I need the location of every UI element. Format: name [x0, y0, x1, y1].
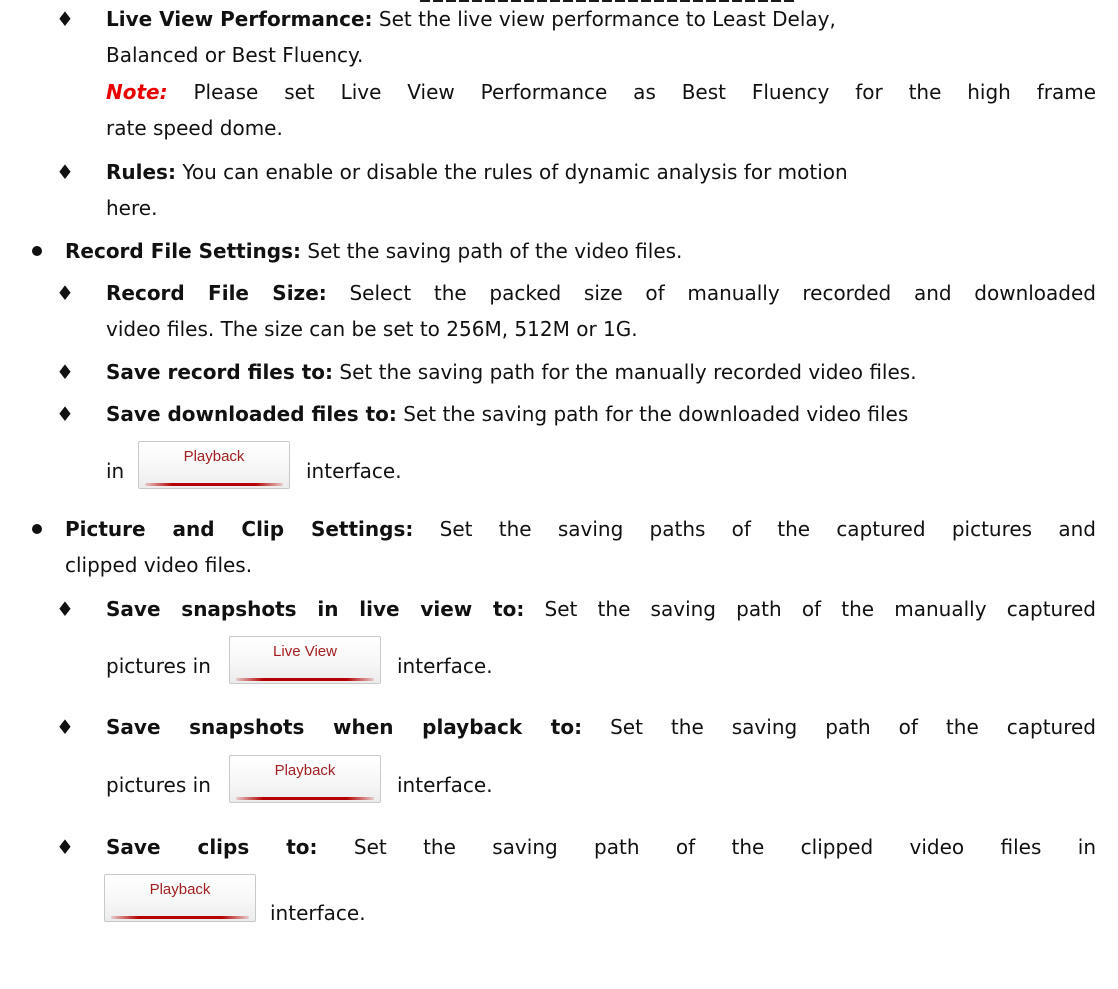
item-label: Record File Size: [106, 281, 327, 305]
item-label: Save clips to: [106, 835, 318, 859]
item-label: Record File Settings: [65, 239, 302, 263]
item-label: Save snapshots in live view to: [106, 597, 525, 621]
live-view-performance-item: Live View Performance: Set the live view… [106, 4, 836, 34]
playback-button[interactable]: Playback [138, 441, 290, 489]
diamond-bullet-icon: ♦ [56, 281, 74, 305]
item-text: Set the saving path of the captured [582, 715, 1096, 739]
note-label: Note: [106, 80, 168, 104]
item-text: Set the saving path of the video files. [301, 239, 683, 263]
record-file-settings-item: Record File Settings: Set the saving pat… [65, 236, 682, 266]
item-label: Picture and Clip Settings: [65, 517, 414, 541]
item-label: Live View Performance: [106, 7, 373, 31]
picture-clip-settings-text-2: clipped video files. [65, 553, 253, 577]
live-view-button[interactable]: Live View [229, 636, 381, 684]
diamond-bullet-icon: ♦ [56, 360, 74, 384]
round-bullet-icon [32, 524, 42, 534]
note-text: Please set Live View Performance as Best… [167, 80, 1096, 104]
inline-text-interface: interface. [397, 654, 493, 678]
inline-text-interface: interface. [270, 901, 366, 925]
rules-item: Rules: You can enable or disable the rul… [106, 157, 848, 187]
inline-text-pictures-in: pictures in [106, 773, 211, 797]
item-text: Set the saving paths of the captured pic… [413, 517, 1096, 541]
save-clips-item: Save clips to: Set the saving path of th… [106, 832, 1096, 862]
playback-button[interactable]: Playback [104, 874, 256, 922]
picture-clip-settings-item: Picture and Clip Settings: Set the savin… [65, 514, 1096, 544]
inline-text-interface: interface. [397, 773, 493, 797]
diamond-bullet-icon: ♦ [56, 835, 74, 859]
item-label: Save downloaded files to: [106, 402, 397, 426]
playback-button[interactable]: Playback [229, 755, 381, 803]
item-text: Set the saving path of the clipped video… [317, 835, 1096, 859]
live-view-performance-text-2: Balanced or Best Fluency. [106, 43, 364, 67]
item-text: Set the live view performance to Least D… [372, 7, 836, 31]
item-text: Set the saving path for the manually rec… [333, 360, 917, 384]
cropped-heading-fragment [420, 0, 820, 2]
item-text: Select the packed size of manually recor… [326, 281, 1096, 305]
save-record-files-item: Save record files to: Set the saving pat… [106, 357, 917, 387]
item-label: Save record files to: [106, 360, 334, 384]
item-label: Save snapshots when playback to: [106, 715, 583, 739]
item-text: Set the saving path of the manually capt… [524, 597, 1096, 621]
record-file-size-item: Record File Size: Select the packed size… [106, 278, 1096, 308]
item-label: Rules: [106, 160, 176, 184]
diamond-bullet-icon: ♦ [56, 160, 74, 184]
record-file-size-text-2: video files. The size can be set to 256M… [106, 317, 638, 341]
note-text-2: rate speed dome. [106, 116, 283, 140]
inline-text-in: in [106, 459, 125, 483]
diamond-bullet-icon: ♦ [56, 597, 74, 621]
item-text: Set the saving path for the downloaded v… [396, 402, 909, 426]
inline-text-interface: interface. [306, 459, 402, 483]
rules-text-2: here. [106, 196, 158, 220]
save-downloaded-files-item: Save downloaded files to: Set the saving… [106, 399, 908, 429]
round-bullet-icon [32, 246, 42, 256]
note-line: Note: Please set Live View Performance a… [106, 77, 1096, 107]
save-snapshots-playback-item: Save snapshots when playback to: Set the… [106, 712, 1096, 742]
save-snapshots-live-item: Save snapshots in live view to: Set the … [106, 594, 1096, 624]
diamond-bullet-icon: ♦ [56, 715, 74, 739]
diamond-bullet-icon: ♦ [56, 7, 74, 31]
item-text: You can enable or disable the rules of d… [175, 160, 848, 184]
inline-text-pictures-in: pictures in [106, 654, 211, 678]
diamond-bullet-icon: ♦ [56, 402, 74, 426]
